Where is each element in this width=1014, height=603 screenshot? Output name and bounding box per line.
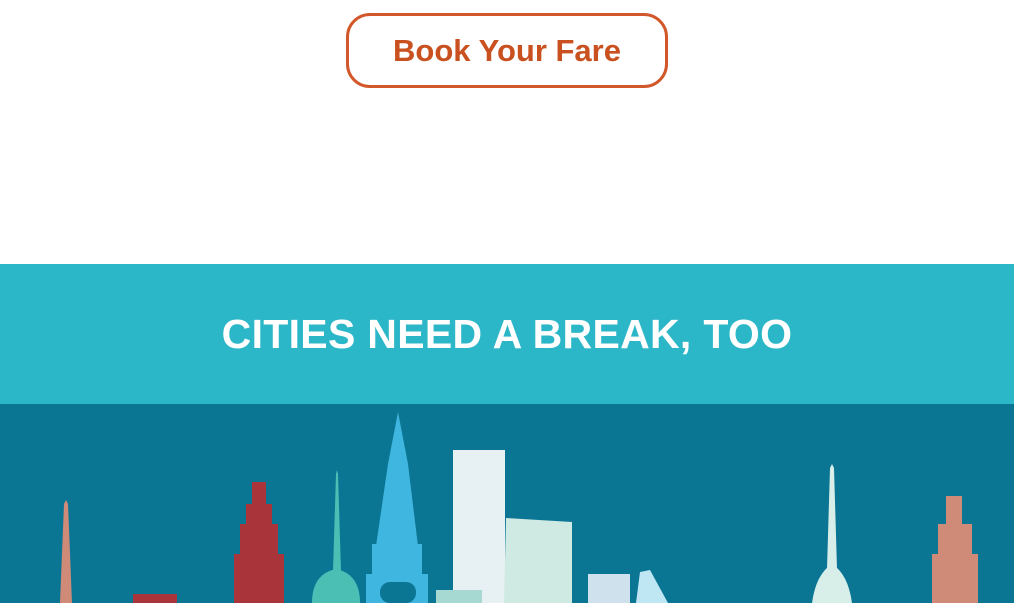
section-banner: CITIES NEED A BREAK, TOO <box>0 264 1014 404</box>
book-your-fare-button[interactable]: Book Your Fare <box>346 13 668 88</box>
skyline-icon <box>60 412 978 603</box>
city-skyline-illustration <box>0 404 1014 603</box>
email-page: Book Your Fare CITIES NEED A BREAK, TOO <box>0 0 1014 603</box>
cta-container: Book Your Fare <box>0 13 1014 88</box>
banner-title: CITIES NEED A BREAK, TOO <box>221 310 793 357</box>
